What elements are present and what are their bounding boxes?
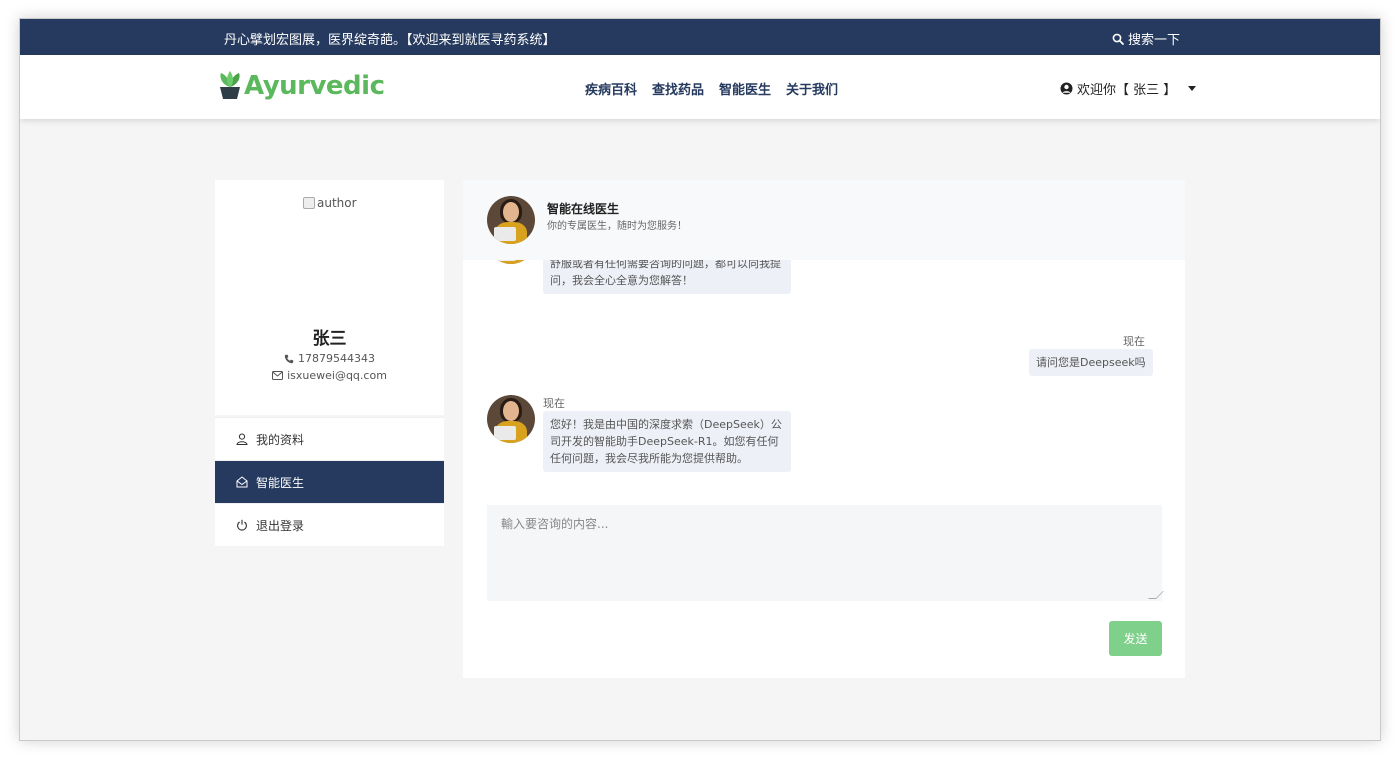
- main-nav: 疾病百科 查找药品 智能医生 关于我们: [585, 79, 838, 98]
- message-list[interactable]: 舒服或者有任何需要咨询的问题，都可以向我提问，我会全心全意为您解答！ 现在 请问…: [463, 260, 1185, 495]
- envelope-open-icon: [236, 476, 248, 488]
- profile-phone: 17879544343: [215, 352, 444, 365]
- doctor-avatar: [487, 395, 535, 443]
- doctor-avatar: [487, 260, 535, 264]
- chevron-down-icon: [1188, 86, 1197, 91]
- search-link[interactable]: 搜索一下: [1112, 29, 1180, 48]
- send-button[interactable]: 发送: [1109, 621, 1162, 656]
- sidebar-menu: 我的资料 智能医生 退出登录: [215, 417, 444, 546]
- message-time: 现在: [1123, 335, 1145, 348]
- sidebar-item-my-profile[interactable]: 我的资料: [215, 417, 444, 460]
- nav-find-medicine[interactable]: 查找药品: [652, 79, 704, 98]
- site-slogan: 丹心擘划宏图展，医界绽奇葩。【欢迎来到就医寻药系统】: [224, 33, 556, 48]
- user-icon: [236, 433, 248, 445]
- email-text: isxuewei@qq.com: [287, 369, 387, 382]
- doctor-avatar: [487, 196, 535, 244]
- message-time: 现在: [543, 397, 565, 410]
- chat-header: 智能在线医生 你的专属医生，随时为您服务！: [463, 180, 1185, 260]
- consult-input[interactable]: [487, 505, 1162, 601]
- message-bubble-doctor: 您好！我是由中国的深度求索（DeepSeek）公司开发的智能助手DeepSeek…: [543, 411, 791, 472]
- sidebar-item-label: 智能医生: [256, 475, 305, 490]
- profile-name: 张三: [312, 329, 347, 349]
- doctor-name: 智能在线医生: [547, 202, 620, 216]
- nav-smart-doctor[interactable]: 智能医生: [719, 79, 771, 98]
- message-bubble-user: 请问您是Deepseek吗: [1029, 349, 1153, 376]
- nav-about-us[interactable]: 关于我们: [786, 79, 838, 98]
- user-dropdown[interactable]: 欢迎你【 张三 】: [1060, 79, 1197, 98]
- sidebar-item-smart-doctor[interactable]: 智能医生: [215, 460, 444, 503]
- leaf-pot-icon: [220, 71, 240, 99]
- profile-card: author 张三 17879544343 isxuewei@qq.com: [215, 180, 444, 415]
- phone-icon: [284, 354, 294, 363]
- profile-email: isxuewei@qq.com: [215, 369, 444, 382]
- sidebar-item-logout[interactable]: 退出登录: [215, 503, 444, 546]
- avatar-alt-text: author: [317, 196, 357, 210]
- top-bar: 丹心擘划宏图展，医界绽奇葩。【欢迎来到就医寻药系统】 搜索一下: [20, 19, 1380, 55]
- broken-image-icon: [303, 197, 315, 209]
- sidebar-item-label: 退出登录: [256, 518, 305, 533]
- user-circle-icon: [1060, 82, 1073, 95]
- search-icon: [1112, 33, 1124, 45]
- phone-text: 17879544343: [298, 352, 375, 365]
- search-label: 搜索一下: [1128, 33, 1181, 48]
- browser-window: 丹心擘划宏图展，医界绽奇葩。【欢迎来到就医寻药系统】 搜索一下 Ayurvedi…: [19, 18, 1381, 741]
- doctor-subtitle: 你的专属医生，随时为您服务！: [547, 221, 687, 232]
- sidebar: author 张三 17879544343 isxuewei@qq.com 我的…: [215, 180, 444, 546]
- message-bubble-doctor: 舒服或者有任何需要咨询的问题，都可以向我提问，我会全心全意为您解答！: [543, 260, 791, 294]
- sidebar-item-label: 我的资料: [256, 432, 305, 447]
- site-logo[interactable]: Ayurvedic: [216, 71, 385, 101]
- main-navbar: Ayurvedic 疾病百科 查找药品 智能医生 关于我们 欢迎你【 张三 】: [20, 55, 1380, 119]
- avatar: author: [303, 196, 357, 210]
- nav-disease-encyclopedia[interactable]: 疾病百科: [585, 79, 637, 98]
- envelope-icon: [272, 371, 284, 380]
- user-greeting: 欢迎你【 张三 】: [1077, 83, 1177, 98]
- power-icon: [237, 519, 247, 531]
- chat-panel: 智能在线医生 你的专属医生，随时为您服务！ 舒服或者有任何需要咨询的问题，都可以…: [463, 180, 1185, 678]
- logo-text: Ayurvedic: [244, 71, 385, 101]
